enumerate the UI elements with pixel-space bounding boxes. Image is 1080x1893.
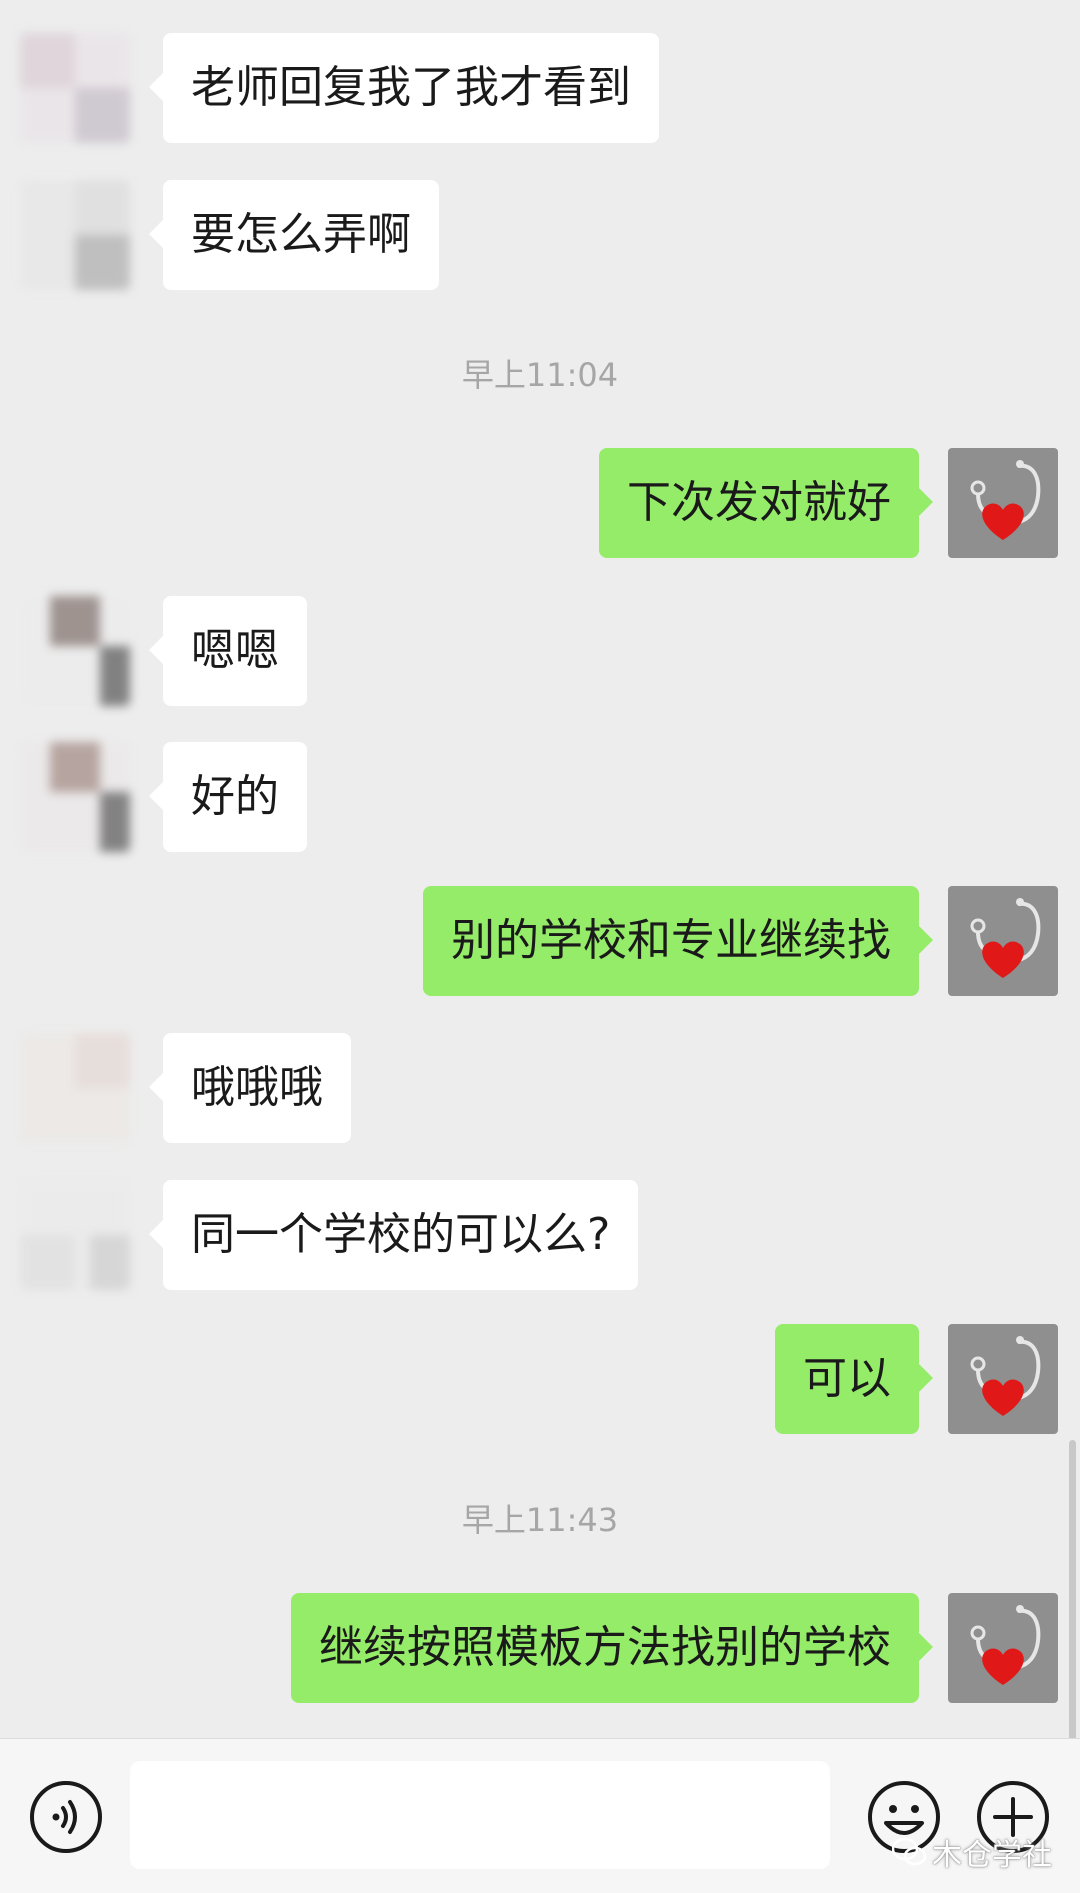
- message-bubble[interactable]: 同一个学校的可以么?: [148, 1180, 639, 1290]
- wechat-logo-icon: [892, 1837, 926, 1866]
- heart-stethoscope-icon: [970, 1336, 1041, 1416]
- message-bubble[interactable]: 嗯嗯: [149, 596, 307, 706]
- message-bubble[interactable]: 哦哦哦: [149, 1033, 351, 1143]
- contact-avatar[interactable]: [20, 742, 130, 852]
- own-avatar[interactable]: [948, 1593, 1058, 1703]
- message-bubble[interactable]: 可以: [775, 1324, 933, 1434]
- voice-icon: [30, 1781, 102, 1853]
- contact-avatar[interactable]: [20, 596, 130, 706]
- contact-avatar[interactable]: [20, 1033, 130, 1143]
- heart-stethoscope-icon: [970, 1605, 1041, 1685]
- voice-button[interactable]: [28, 1779, 104, 1855]
- timestamp: 早上11:43: [461, 1501, 619, 1539]
- message-bubble[interactable]: 继续按照模板方法找别的学校: [291, 1593, 933, 1703]
- heart-stethoscope-icon: [970, 460, 1041, 540]
- message-bubble[interactable]: 别的学校和专业继续找: [423, 886, 933, 996]
- message-bubble[interactable]: 老师回复我了我才看到: [149, 33, 659, 143]
- own-avatar[interactable]: [948, 1324, 1058, 1434]
- watermark-text: 木仓学社: [932, 1838, 1052, 1873]
- message-bubble[interactable]: 下次发对就好: [599, 448, 933, 558]
- own-avatar[interactable]: [948, 886, 1058, 996]
- contact-avatar[interactable]: [20, 180, 130, 290]
- message-bubble[interactable]: 好的: [149, 742, 307, 852]
- heart-stethoscope-icon: [970, 898, 1041, 978]
- timestamp: 早上11:04: [461, 356, 619, 394]
- contact-avatar[interactable]: [20, 33, 130, 143]
- contact-avatar[interactable]: [20, 1180, 130, 1290]
- scrollbar[interactable]: [1069, 1440, 1076, 1738]
- message-bubble[interactable]: 要怎么弄啊: [149, 180, 439, 290]
- watermark: 木仓学社: [892, 1832, 1052, 1873]
- chat-history[interactable]: 老师回复我了我才看到 要怎么弄啊 早上11:04 下次发对就好 嗯嗯 好的 别的…: [0, 0, 1080, 1738]
- message-input[interactable]: [130, 1761, 830, 1869]
- own-avatar[interactable]: [948, 448, 1058, 558]
